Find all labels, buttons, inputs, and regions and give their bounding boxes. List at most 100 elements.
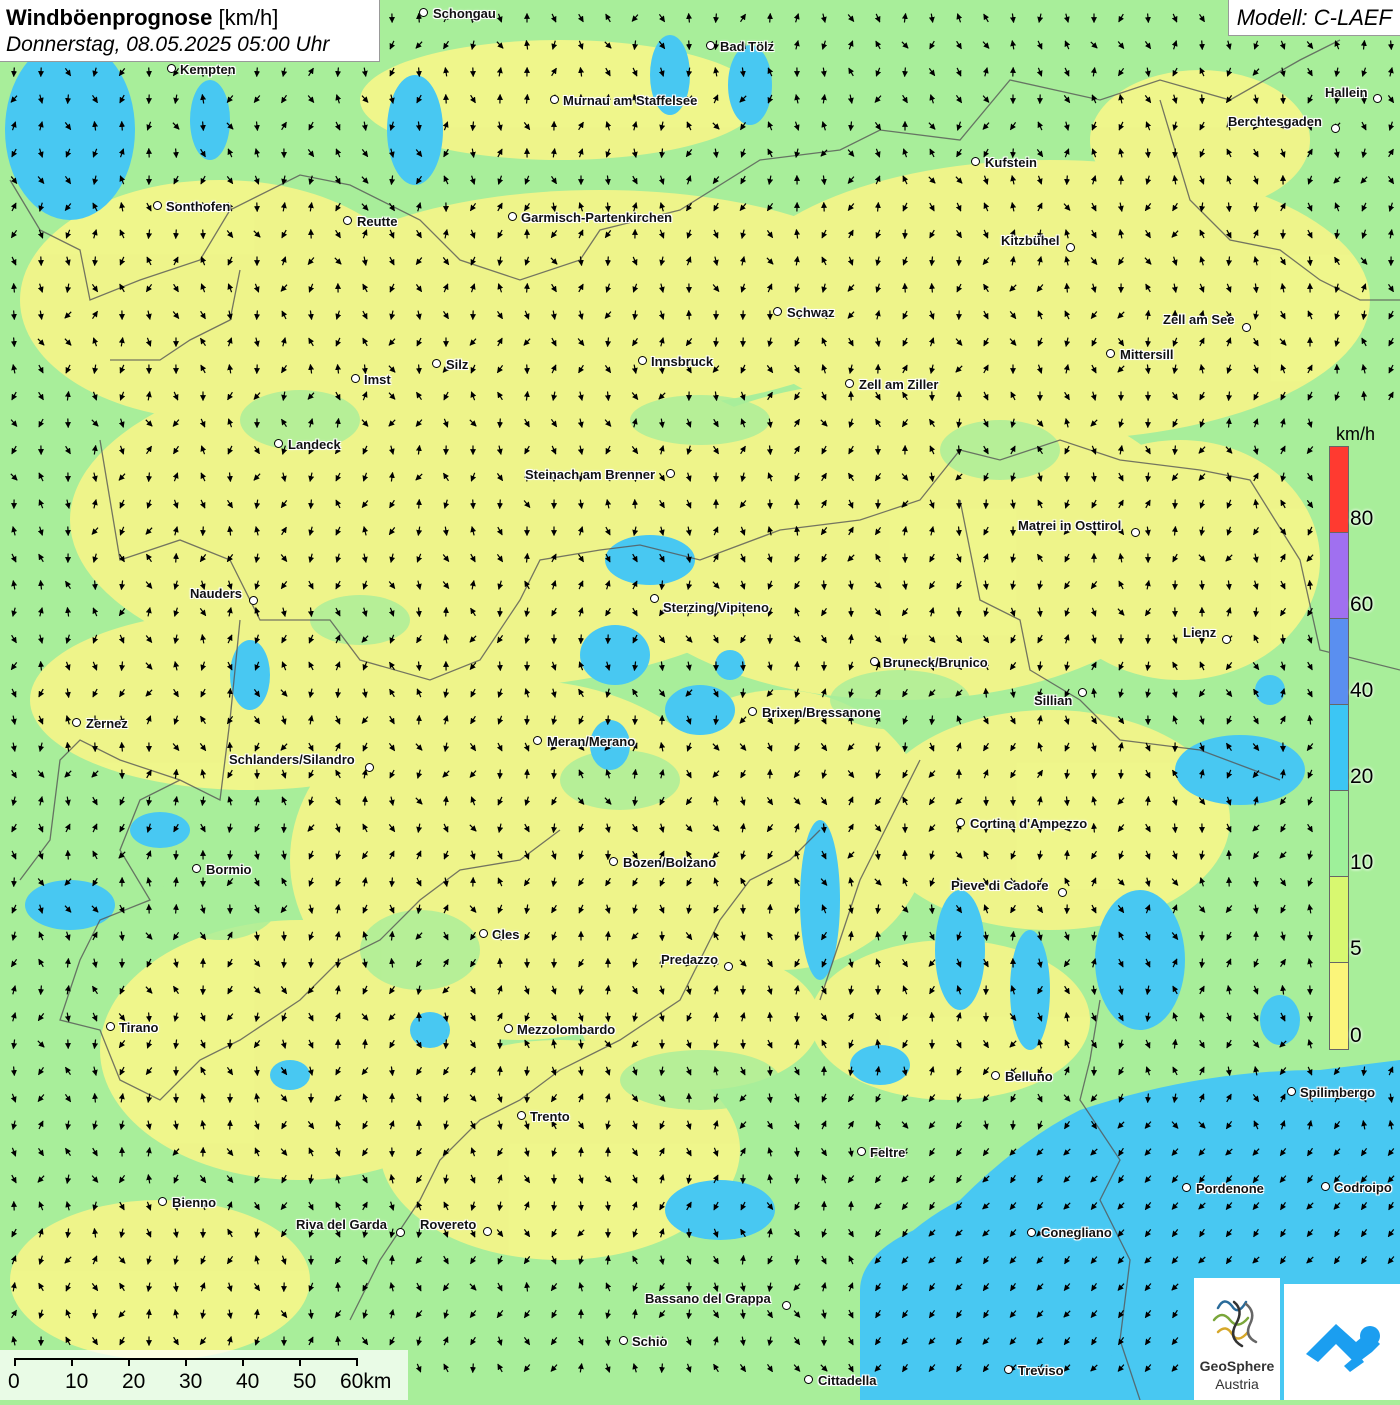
wind-arrow xyxy=(311,500,312,509)
wind-arrow xyxy=(1067,176,1068,185)
geosphere-logo[interactable]: GeoSphere Austria xyxy=(1194,1278,1280,1400)
city-marker xyxy=(782,1301,791,1310)
city-marker xyxy=(479,929,488,938)
scale-label: 20 xyxy=(122,1370,145,1394)
wind-arrow xyxy=(95,257,96,266)
city-label: Cittadella xyxy=(818,1373,877,1388)
city-label: Mezzolombardo xyxy=(517,1022,615,1037)
wind-arrow xyxy=(905,68,906,77)
city-label: Zell am See xyxy=(1163,312,1235,327)
city-marker xyxy=(158,1197,167,1206)
wind-arrow xyxy=(851,1202,852,1211)
wind-arrow xyxy=(770,500,771,509)
wind-arrow xyxy=(14,338,15,347)
wind-arrow xyxy=(392,878,393,887)
city-label: Rovereto xyxy=(420,1217,476,1232)
city-marker xyxy=(504,1024,513,1033)
legend-segment xyxy=(1330,619,1348,705)
wind-arrow xyxy=(473,500,474,509)
wind-arrow xyxy=(122,743,123,752)
city-marker xyxy=(432,359,441,368)
wind-arrow xyxy=(986,500,987,509)
weather-app-logo-icon xyxy=(1284,1284,1400,1400)
city-marker xyxy=(991,1071,1000,1080)
wind-arrow xyxy=(284,959,285,968)
scale-tick xyxy=(128,1358,130,1366)
wind-arrow xyxy=(527,284,528,293)
city-label: Bienno xyxy=(172,1195,216,1210)
scale-label: 60km xyxy=(340,1370,391,1394)
wind-arrow xyxy=(14,68,15,77)
wind-arrow xyxy=(770,1013,771,1022)
city-marker xyxy=(153,201,162,210)
wind-arrow xyxy=(500,1040,501,1049)
wind-arrow xyxy=(905,284,906,293)
city-marker xyxy=(1182,1183,1191,1192)
city-marker xyxy=(804,1375,813,1384)
scale-tick xyxy=(71,1358,73,1366)
weather-app-logo[interactable] xyxy=(1284,1284,1400,1400)
wind-arrow xyxy=(365,797,366,806)
wind-arrow xyxy=(716,14,717,23)
city-marker xyxy=(638,356,647,365)
wind-arrow xyxy=(797,662,798,671)
city-label: Trento xyxy=(530,1109,570,1124)
city-label: Innsbruck xyxy=(651,354,713,369)
wind-arrow xyxy=(392,1256,393,1265)
wind-arrow xyxy=(203,122,204,131)
wind-arrow xyxy=(1148,14,1149,23)
city-label: Nauders xyxy=(190,586,242,601)
wind-arrow xyxy=(959,446,960,455)
legend-segment xyxy=(1330,791,1348,877)
wind-arrow xyxy=(743,662,744,671)
map-unit: [km/h] xyxy=(218,5,278,30)
scale-tick xyxy=(14,1358,16,1366)
wind-arrow xyxy=(419,365,420,374)
legend-label: 5 xyxy=(1350,937,1362,961)
city-marker xyxy=(609,857,618,866)
wind-arrow xyxy=(419,68,420,77)
wind-arrow xyxy=(662,1364,663,1373)
wind-arrow xyxy=(257,311,258,320)
wind-arrow xyxy=(95,1094,96,1103)
wind-arrow xyxy=(203,527,204,536)
city-marker xyxy=(724,962,733,971)
city-label: Feltre xyxy=(870,1145,905,1160)
city-marker xyxy=(1066,243,1075,252)
scale-tick xyxy=(242,1358,244,1366)
city-marker xyxy=(1373,94,1382,103)
city-label: Meran/Merano xyxy=(547,734,635,749)
wind-arrow xyxy=(581,635,582,644)
city-marker xyxy=(619,1336,628,1345)
legend-segment xyxy=(1330,877,1348,963)
wind-arrow xyxy=(419,500,420,509)
city-label: Landeck xyxy=(288,437,341,452)
city-marker xyxy=(343,216,352,225)
city-marker xyxy=(971,157,980,166)
city-marker xyxy=(666,469,675,478)
city-marker xyxy=(167,64,176,73)
city-marker xyxy=(508,212,517,221)
legend-segment xyxy=(1330,963,1348,1049)
wind-arrow xyxy=(176,230,177,239)
legend-segment xyxy=(1330,705,1348,791)
wind-arrow xyxy=(878,203,879,212)
city-label: Belluno xyxy=(1005,1069,1053,1084)
city-label: Bormio xyxy=(206,862,252,877)
city-label: Schlanders/Silandro xyxy=(229,752,355,767)
wind-arrow xyxy=(41,986,42,995)
wind-arrow xyxy=(311,959,312,968)
city-label: Murnau am Staffelsee xyxy=(563,93,697,108)
city-label: Conegliano xyxy=(1041,1225,1112,1240)
city-marker xyxy=(845,379,854,388)
city-marker xyxy=(1058,888,1067,897)
city-marker xyxy=(748,707,757,716)
wind-arrow xyxy=(284,824,285,833)
city-marker xyxy=(106,1022,115,1031)
city-label: Lienz xyxy=(1183,625,1216,640)
wind-arrow xyxy=(743,1040,744,1049)
wind-arrow xyxy=(446,608,447,617)
city-label: Brixen/Bressanone xyxy=(762,705,881,720)
wind-arrow xyxy=(770,14,771,23)
wind-arrow xyxy=(689,14,690,23)
